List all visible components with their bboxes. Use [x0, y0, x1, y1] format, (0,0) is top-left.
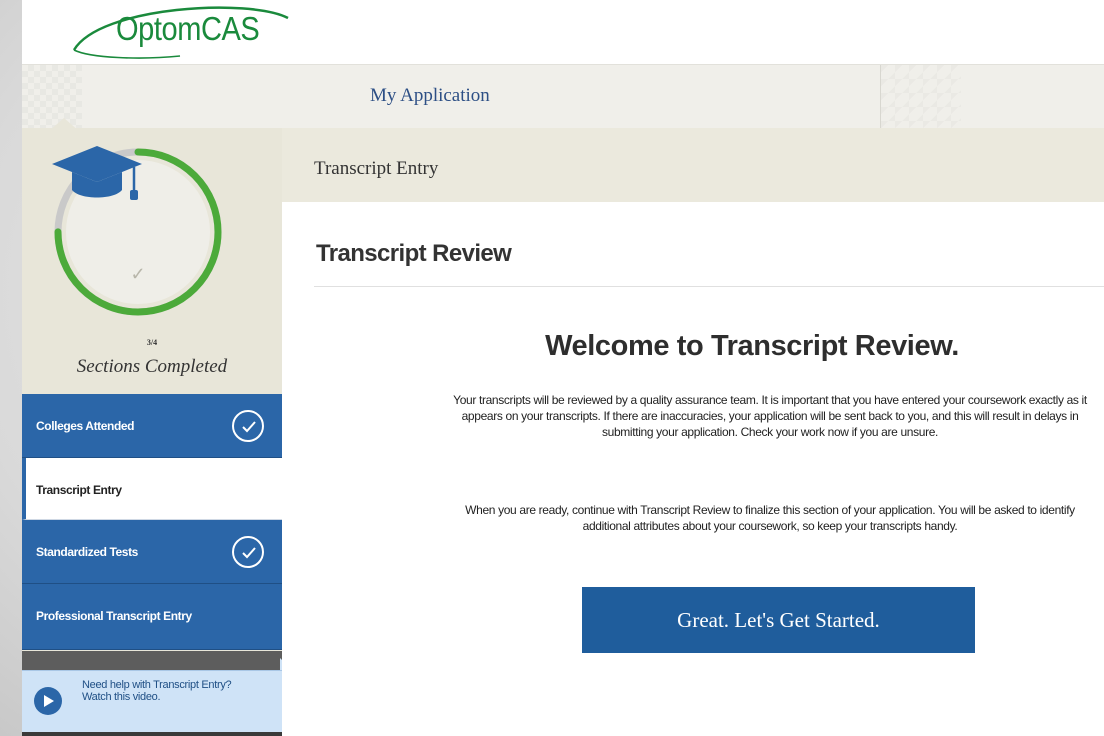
main-nav: My Application [22, 64, 1104, 129]
nav-pattern [881, 65, 961, 129]
help-video-link[interactable]: Watch this video. [82, 691, 272, 703]
progress-count: 3/4 [146, 338, 158, 347]
brand-header: OptomCAS [22, 0, 1104, 64]
section-professional-transcript-entry[interactable]: Professional Transcript Entry [22, 584, 282, 650]
section-label: Colleges Attended [36, 419, 135, 433]
breadcrumb-current: Transcript Entry [314, 158, 439, 179]
tab-my-application[interactable]: My Application [370, 85, 490, 107]
play-icon[interactable] [34, 687, 62, 715]
optomcas-logo[interactable]: OptomCAS [60, 0, 292, 60]
intro-paragraph: Your transcripts will be reviewed by a q… [453, 393, 1087, 439]
page-title: Transcript Review [316, 240, 512, 267]
progress-check-icon: ✓ [130, 264, 146, 284]
graduation-cap-icon [52, 146, 142, 200]
main-content: Transcript Review Welcome to Transcript … [282, 202, 1104, 736]
section-label: Transcript Entry [36, 483, 122, 497]
progress-label: Sections Completed [76, 356, 228, 377]
section-transcript-entry[interactable]: Transcript Entry [22, 458, 282, 520]
progress-ring: ✓ [50, 144, 226, 320]
section-label: Professional Transcript Entry [36, 609, 192, 623]
welcome-heading: Welcome to Transcript Review. [545, 330, 959, 362]
help-line: Need help with Transcript Entry? [82, 679, 232, 691]
sidebar-bottom-bar [22, 732, 282, 736]
check-circle-icon [232, 410, 264, 442]
help-video-box[interactable]: Need help with Transcript Entry? Watch t… [22, 670, 292, 732]
sidebar: ✓ 3/4 Sections Completed Colleges Attend… [22, 128, 292, 736]
help-text: Need help with Transcript Entry? Watch t… [82, 679, 272, 703]
breadcrumb: Transcript Entry [282, 128, 1104, 202]
application-window: OptomCAS My Application ✓ 3/4 Sections C… [22, 0, 1104, 736]
logo-text: OptomCAS [116, 10, 260, 47]
get-started-button[interactable]: Great. Let's Get Started. [582, 587, 975, 653]
instructions-paragraph: When you are ready, continue with Transc… [465, 503, 1075, 533]
nav-pointer [48, 118, 80, 132]
section-colleges-attended[interactable]: Colleges Attended [22, 394, 282, 458]
section-standardized-tests[interactable]: Standardized Tests [22, 520, 282, 584]
check-circle-icon [232, 536, 264, 568]
title-divider [314, 286, 1104, 287]
section-label: Standardized Tests [36, 545, 138, 559]
